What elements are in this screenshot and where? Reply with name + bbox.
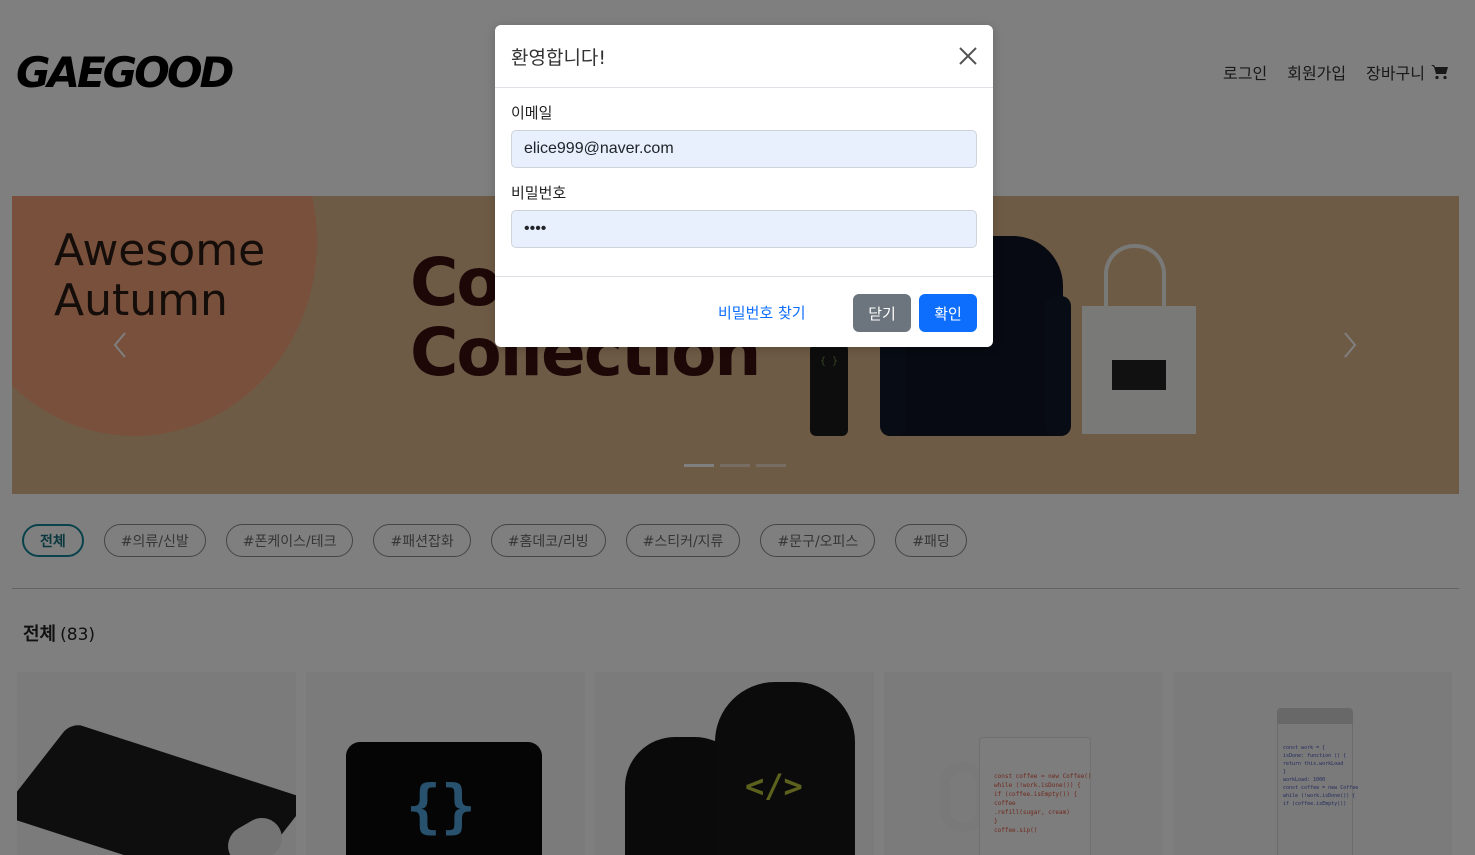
close-button[interactable]: 닫기 [853, 294, 911, 332]
modal-close-button[interactable] [957, 45, 979, 67]
login-modal: 환영합니다! 이메일 비밀번호 비밀번호 찾기 닫기 확인 [495, 25, 993, 347]
email-label: 이메일 [511, 104, 553, 122]
modal-title: 환영합니다! [511, 47, 607, 69]
modal-body: 이메일 비밀번호 [495, 88, 993, 277]
modal-header: 환영합니다! [495, 25, 993, 88]
email-field[interactable] [511, 130, 977, 168]
find-password-link[interactable]: 비밀번호 찾기 [718, 302, 806, 323]
modal-footer: 비밀번호 찾기 닫기 확인 [495, 277, 993, 347]
confirm-button[interactable]: 확인 [919, 294, 977, 332]
close-icon [959, 47, 977, 65]
password-label: 비밀번호 [511, 184, 567, 202]
password-field[interactable] [511, 210, 977, 248]
